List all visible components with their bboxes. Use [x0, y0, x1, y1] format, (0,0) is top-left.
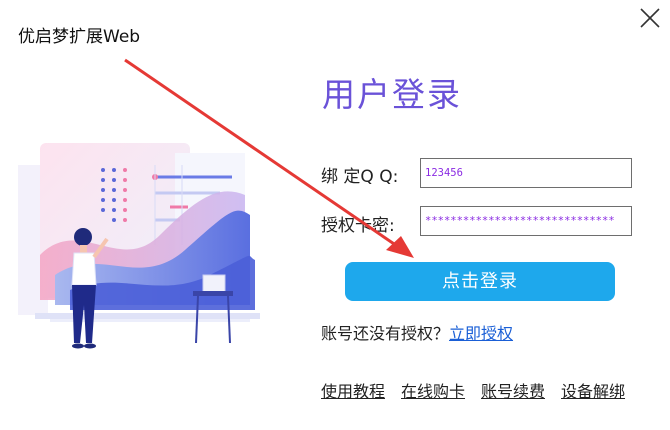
- app-title: 优启梦扩展Web: [18, 27, 141, 47]
- unbind-device-link[interactable]: 设备解绑: [561, 378, 625, 402]
- close-icon: [640, 8, 660, 28]
- qq-input[interactable]: 123456: [420, 158, 632, 188]
- close-button[interactable]: [636, 4, 664, 32]
- no-auth-text: 账号还没有授权？: [321, 324, 450, 343]
- login-button[interactable]: 点击登录: [345, 262, 615, 301]
- login-illustration: [18, 143, 260, 349]
- key-input[interactable]: ******************************: [420, 206, 632, 236]
- renew-link[interactable]: 账号续费: [481, 378, 545, 402]
- qq-label: 绑 定Q Q:: [321, 167, 399, 187]
- login-heading: 用户登录: [322, 75, 462, 114]
- no-auth-line: 账号还没有授权？立即授权: [321, 320, 513, 344]
- buy-card-link[interactable]: 在线购卡: [401, 378, 465, 402]
- authorize-link[interactable]: 立即授权: [449, 324, 513, 343]
- tutorial-link[interactable]: 使用教程: [321, 378, 385, 402]
- key-label: 授权卡密:: [321, 216, 395, 236]
